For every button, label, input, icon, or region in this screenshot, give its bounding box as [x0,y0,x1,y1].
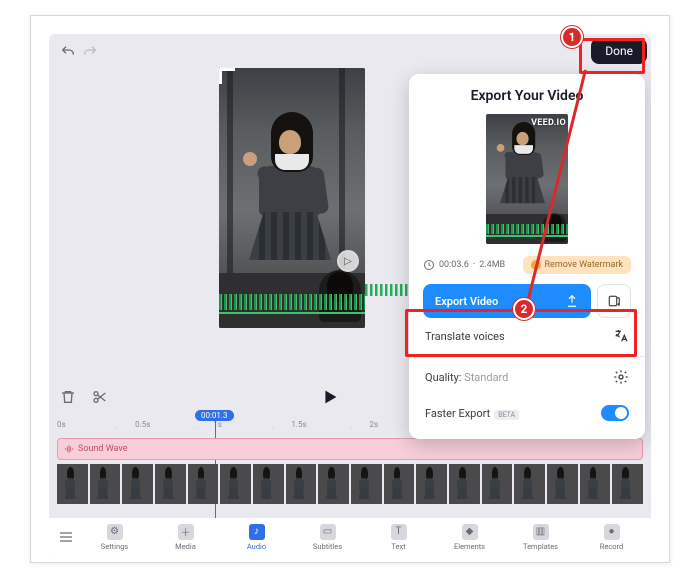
annotation-number-2: 2 [513,298,535,320]
menu-button[interactable] [55,529,77,545]
undo-button[interactable] [57,41,79,63]
keyframe-thumb [155,464,186,504]
clock-icon [423,259,435,271]
keyframe-thumb [122,464,153,504]
keyframe-thumb [253,464,284,504]
export-panel-title: Export Your Video [423,88,631,104]
video-track[interactable] [57,464,643,504]
tool-text[interactable]: TText [365,524,432,551]
ruler-tick: 1.5s [291,420,330,429]
sound-track-label: Sound Wave [78,444,127,454]
ruler-tick: 0s [57,420,96,429]
preview-waveform [219,294,365,310]
redo-button[interactable] [79,41,101,63]
export-options-button[interactable] [597,284,631,318]
ruler-tick: 2s [370,420,409,429]
tool-templates[interactable]: ▥Templates [507,524,574,551]
keyframe-thumb [612,464,643,504]
play-button[interactable] [317,384,343,410]
keyframe-thumb [416,464,447,504]
annotation-number-1: 1 [561,26,583,48]
upload-icon [565,294,579,308]
keyframe-thumb [188,464,219,504]
tool-media[interactable]: ＋Media [152,524,219,551]
done-button[interactable]: Done [591,38,647,64]
faster-export-row[interactable]: Faster ExportBETA [423,395,631,431]
keyframe-thumb [286,464,317,504]
video-preview[interactable]: ▷ [219,68,365,328]
translate-voices-row[interactable]: Translate voices [423,318,631,354]
tool-elements[interactable]: ◆Elements [436,524,503,551]
watermark-text: VEED.IO [531,118,566,128]
export-panel: Export Your Video VEED.IO [409,74,645,439]
ruler-tick: 0.5s [135,420,174,429]
tool-record[interactable]: ●Record [578,524,645,551]
translate-icon [613,328,629,344]
keyframe-thumb [482,464,513,504]
keyframe-thumb [351,464,382,504]
keyframe-thumb [90,464,121,504]
outer-frame: Done [30,15,670,563]
faster-export-toggle[interactable] [601,405,629,421]
app-canvas: Done [49,34,651,556]
keyframe-thumb [580,464,611,504]
keyframe-thumb [449,464,480,504]
sound-wave-track[interactable]: Sound Wave [57,438,643,460]
quality-row[interactable]: Quality: Standard [423,359,631,395]
copy-plus-icon [606,293,622,309]
playhead-time-label: 00:01.3 [195,410,234,421]
bottom-toolbar: ⚙Settings ＋Media ♪Audio ▭Subtitles TText… [49,518,651,556]
keyframe-thumb [318,464,349,504]
timeline-tools [57,386,111,408]
gear-icon [613,369,629,385]
topbar [57,38,643,66]
export-video-button[interactable]: Export Video [423,284,591,318]
tool-audio[interactable]: ♪Audio [223,524,290,551]
keyframe-thumb [547,464,578,504]
tool-subtitles[interactable]: ▭Subtitles [294,524,361,551]
keyframe-thumb [57,464,88,504]
split-button[interactable] [89,386,111,408]
delete-button[interactable] [57,386,79,408]
keyframe-thumb [514,464,545,504]
tool-settings[interactable]: ⚙Settings [81,524,148,551]
keyframe-thumb [220,464,251,504]
preview-play-badge[interactable]: ▷ [337,250,359,272]
export-meta: 00:03.6 · 2.4MB [423,259,505,271]
keyframe-thumb [384,464,415,504]
